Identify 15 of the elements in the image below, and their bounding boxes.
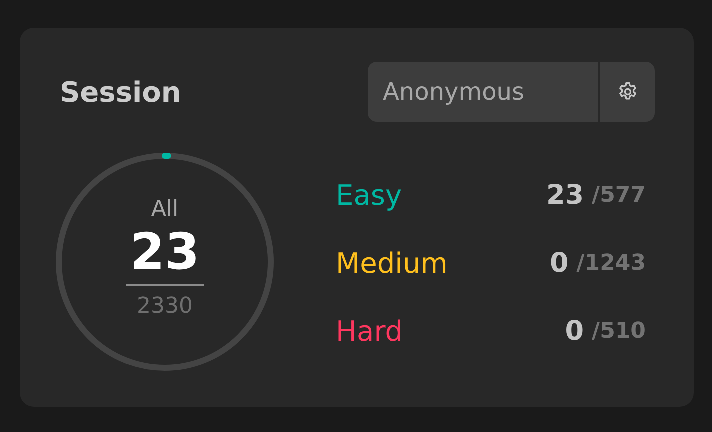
total-count: /1243 [576,250,646,276]
difficulty-label: Hard [336,314,404,348]
solved-count: 23 [546,180,584,210]
progress-label: All [151,197,179,222]
settings-button[interactable] [600,62,655,122]
difficulty-label: Medium [336,246,449,280]
solved-count: 0 [550,248,569,278]
difficulty-label: Easy [336,178,404,212]
total-count: 2330 [137,294,193,319]
solved-count: 23 [126,222,204,286]
card-title: Session [59,76,182,108]
total-count: /510 [592,318,646,344]
solved-count: 0 [565,316,584,346]
user-select[interactable]: Anonymous [368,62,598,122]
total-count: /577 [592,182,646,208]
